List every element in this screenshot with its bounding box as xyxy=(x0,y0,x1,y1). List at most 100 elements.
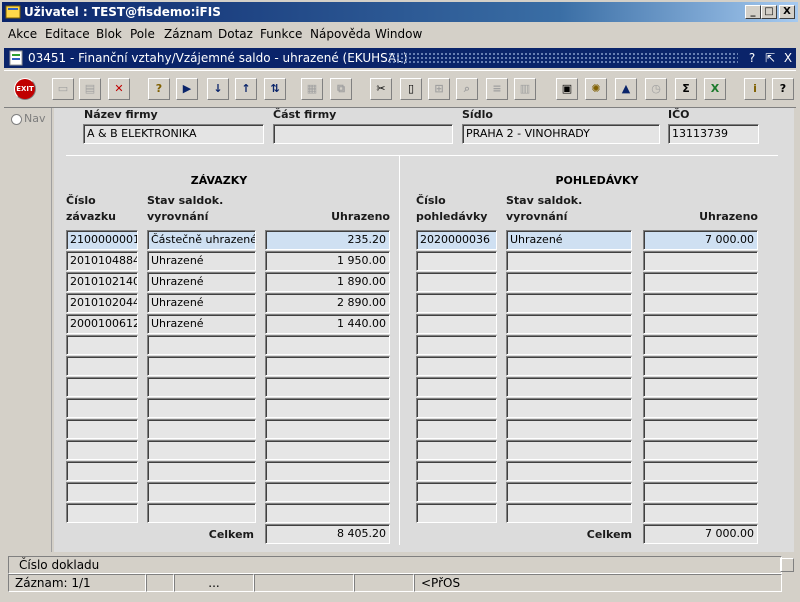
pohledavky-uhrazeno-field[interactable] xyxy=(643,314,758,334)
nazev-firmy-field[interactable]: A & B ELEKTRONIKA xyxy=(83,124,264,144)
pohledavky-stav-field[interactable] xyxy=(506,335,632,355)
zavazky-stav-field[interactable]: Uhrazené xyxy=(147,272,256,292)
poh-total-field[interactable]: 7 000.00 xyxy=(643,524,758,544)
zavazky-stav-field[interactable] xyxy=(147,419,256,439)
menu-zaznam[interactable]: Záznam xyxy=(164,27,213,41)
status-button[interactable] xyxy=(780,558,794,572)
zavazky-cislo-field[interactable]: 2010102140 xyxy=(66,272,138,292)
print-icon[interactable]: ▤ xyxy=(79,78,101,100)
zavazky-stav-field[interactable] xyxy=(147,335,256,355)
menu-napoveda[interactable]: Nápověda xyxy=(310,27,371,41)
exit-button[interactable]: EXIT xyxy=(14,78,36,100)
pohledavky-stav-field[interactable] xyxy=(506,356,632,376)
zavazky-uhrazeno-field[interactable] xyxy=(265,461,390,481)
zavazky-uhrazeno-field[interactable]: 2 890.00 xyxy=(265,293,390,313)
zavazky-cislo-field[interactable] xyxy=(66,335,138,355)
settings-icon[interactable]: ✺ xyxy=(585,78,607,100)
zavazky-cislo-field[interactable] xyxy=(66,482,138,502)
delete-record-icon[interactable]: ✕ xyxy=(108,78,130,100)
zavazky-stav-field[interactable]: Uhrazené xyxy=(147,251,256,271)
pohledavky-stav-field[interactable] xyxy=(506,440,632,460)
pohledavky-cislo-field[interactable] xyxy=(416,335,497,355)
pohledavky-stav-field[interactable]: Uhrazené xyxy=(506,230,632,250)
menu-funkce[interactable]: Funkce xyxy=(260,27,302,41)
form-close-button[interactable]: X xyxy=(780,50,796,66)
zavazky-uhrazeno-field[interactable] xyxy=(265,419,390,439)
pohledavky-stav-field[interactable] xyxy=(506,419,632,439)
cast-firmy-field[interactable] xyxy=(273,124,453,144)
pohledavky-cislo-field[interactable] xyxy=(416,503,497,523)
zavazky-cislo-field[interactable] xyxy=(66,461,138,481)
pohledavky-uhrazeno-field[interactable] xyxy=(643,461,758,481)
query-execute-icon[interactable]: ▶ xyxy=(176,78,198,100)
sort-multi-icon[interactable]: ⇅ xyxy=(264,78,286,100)
zavazky-stav-field[interactable]: Uhrazené xyxy=(147,314,256,334)
zavazky-cislo-field[interactable]: 2010104884 xyxy=(66,251,138,271)
clock-icon[interactable]: ◷ xyxy=(645,78,667,100)
calculator-icon[interactable]: ▣ xyxy=(556,78,578,100)
pohledavky-uhrazeno-field[interactable] xyxy=(643,293,758,313)
pohledavky-uhrazeno-field[interactable] xyxy=(643,503,758,523)
pohledavky-stav-field[interactable] xyxy=(506,272,632,292)
excel-icon[interactable]: X xyxy=(704,78,726,100)
pohledavky-uhrazeno-field[interactable] xyxy=(643,482,758,502)
zavazky-cislo-field[interactable] xyxy=(66,440,138,460)
pohledavky-cislo-field[interactable] xyxy=(416,398,497,418)
menu-pole[interactable]: Pole xyxy=(130,27,155,41)
zav-total-field[interactable]: 8 405.20 xyxy=(265,524,390,544)
report-icon[interactable]: ▦ xyxy=(301,78,323,100)
help-button[interactable]: ? xyxy=(772,78,794,100)
pohledavky-stav-field[interactable] xyxy=(506,398,632,418)
zavazky-cislo-field[interactable] xyxy=(66,398,138,418)
zavazky-uhrazeno-field[interactable]: 1 440.00 xyxy=(265,314,390,334)
pohledavky-cislo-field[interactable]: 2020000036 xyxy=(416,230,497,250)
zavazky-stav-field[interactable] xyxy=(147,461,256,481)
window-title-bar[interactable]: Uživatel : TEST@fisdemo:iFIS _ □ X xyxy=(2,2,798,22)
zavazky-uhrazeno-field[interactable]: 235.20 xyxy=(265,230,390,250)
pohledavky-cislo-field[interactable] xyxy=(416,293,497,313)
nav-radio[interactable] xyxy=(11,114,22,125)
zavazky-uhrazeno-field[interactable]: 1 890.00 xyxy=(265,272,390,292)
restore-button[interactable]: □ xyxy=(761,5,777,19)
link-icon[interactable]: ⊞ xyxy=(428,78,450,100)
menu-dotaz[interactable]: Dotaz xyxy=(218,27,253,41)
zavazky-uhrazeno-field[interactable] xyxy=(265,335,390,355)
zavazky-uhrazeno-field[interactable] xyxy=(265,356,390,376)
pohledavky-cislo-field[interactable] xyxy=(416,482,497,502)
pohledavky-stav-field[interactable] xyxy=(506,293,632,313)
pohledavky-uhrazeno-field[interactable] xyxy=(643,335,758,355)
zavazky-cislo-field[interactable]: 2010102044 xyxy=(66,293,138,313)
zavazky-stav-field[interactable] xyxy=(147,440,256,460)
sort-asc-icon[interactable]: ↓ xyxy=(207,78,229,100)
zavazky-stav-field[interactable]: Uhrazené xyxy=(147,293,256,313)
zavazky-cislo-field[interactable]: 2100000001 xyxy=(66,230,138,250)
zavazky-stav-field[interactable] xyxy=(147,356,256,376)
sum-button[interactable]: Σ xyxy=(675,78,697,100)
zavazky-cislo-field[interactable] xyxy=(66,419,138,439)
zoom-icon[interactable]: ⌕ xyxy=(456,78,478,100)
pohledavky-cislo-field[interactable] xyxy=(416,440,497,460)
list-icon[interactable]: ≡ xyxy=(486,78,508,100)
minimize-button[interactable]: _ xyxy=(745,5,761,19)
pohledavky-uhrazeno-field[interactable] xyxy=(643,251,758,271)
pohledavky-cislo-field[interactable] xyxy=(416,419,497,439)
pohledavky-uhrazeno-field[interactable] xyxy=(643,272,758,292)
zavazky-cislo-field[interactable] xyxy=(66,503,138,523)
zavazky-uhrazeno-field[interactable] xyxy=(265,377,390,397)
pohledavky-cislo-field[interactable] xyxy=(416,461,497,481)
form-help-button[interactable]: ? xyxy=(744,50,760,66)
zavazky-uhrazeno-field[interactable] xyxy=(265,503,390,523)
pohledavky-cislo-field[interactable] xyxy=(416,356,497,376)
menu-editace[interactable]: Editace xyxy=(45,27,90,41)
close-button[interactable]: X xyxy=(779,5,795,19)
pohledavky-uhrazeno-field[interactable] xyxy=(643,377,758,397)
info-icon[interactable]: i xyxy=(744,78,766,100)
pohledavky-cislo-field[interactable] xyxy=(416,272,497,292)
zavazky-cislo-field[interactable] xyxy=(66,356,138,376)
pohledavky-stav-field[interactable] xyxy=(506,503,632,523)
zavazky-stav-field[interactable] xyxy=(147,503,256,523)
save-icon[interactable]: ▭ xyxy=(52,78,74,100)
pohledavky-cislo-field[interactable] xyxy=(416,251,497,271)
sort-desc-icon[interactable]: ↑ xyxy=(235,78,257,100)
form-expand-button[interactable]: ⇱ xyxy=(762,50,778,66)
